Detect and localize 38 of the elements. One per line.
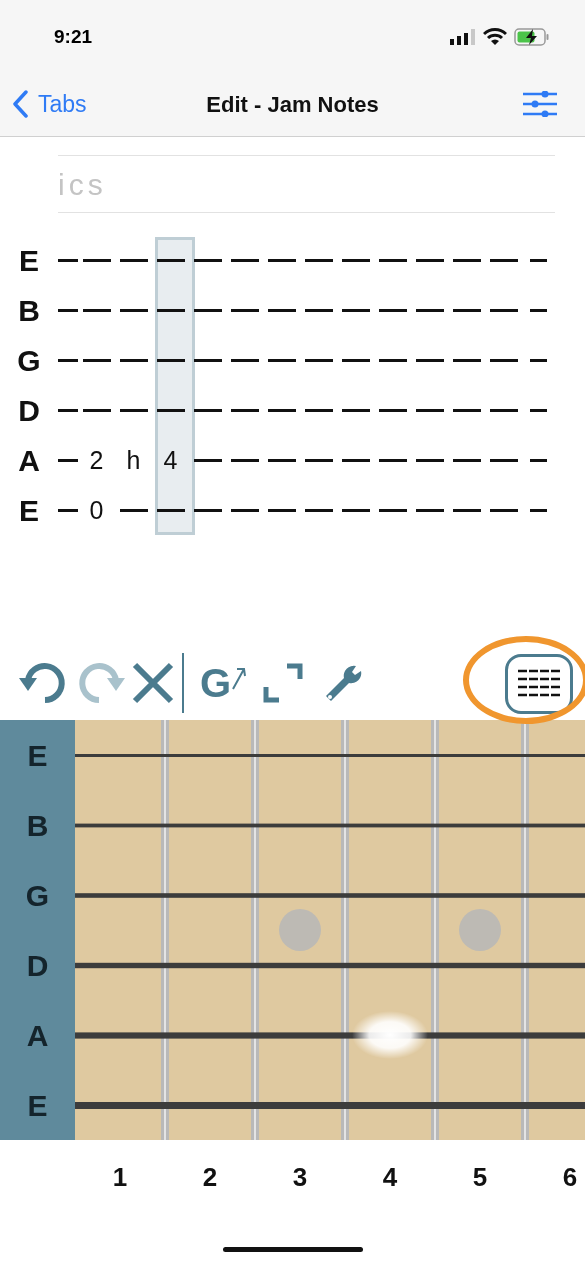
fret-number: 3 [292,1161,308,1194]
fret-number: 2 [202,1161,218,1194]
string-label: A [26,1017,49,1054]
string-label: G [25,877,50,914]
selected-column[interactable] [155,237,195,535]
string-label: E [18,242,40,279]
lyrics-field[interactable]: ics [58,161,555,207]
battery-icon [514,28,550,46]
chevron-left-icon [12,90,28,118]
fret-number: 1 [112,1161,128,1194]
string-label: D [17,392,41,429]
string-label: D [26,947,49,984]
string-label: G [16,342,42,379]
string-label: E [27,737,48,774]
status-time: 9:21 [54,24,93,49]
string-label: B [17,292,41,329]
string-label: E [27,1087,48,1124]
expand-icon [263,662,304,703]
chord-button[interactable]: G [188,654,254,711]
fret-number: 6 [562,1161,578,1194]
sliders-icon [523,91,557,117]
close-icon [132,661,174,704]
staff-lines-icon [518,669,560,699]
fret-number: 4 [382,1161,398,1194]
tab-note[interactable]: h [126,447,141,473]
tab-view-button[interactable] [505,654,573,714]
tab-note[interactable]: 2 [89,447,104,473]
back-button[interactable]: Tabs [12,86,87,122]
screen-title: Edit - Jam Notes [206,90,379,119]
string-label: E [18,492,40,529]
string-label: B [26,807,49,844]
fret-number: 5 [472,1161,488,1194]
string-label: A [17,442,41,479]
wifi-icon [483,28,507,46]
signal-icon [450,29,476,45]
tab-note[interactable]: 4 [163,447,178,473]
tab-note[interactable]: 0 [89,497,104,523]
settings-button[interactable] [523,89,559,119]
